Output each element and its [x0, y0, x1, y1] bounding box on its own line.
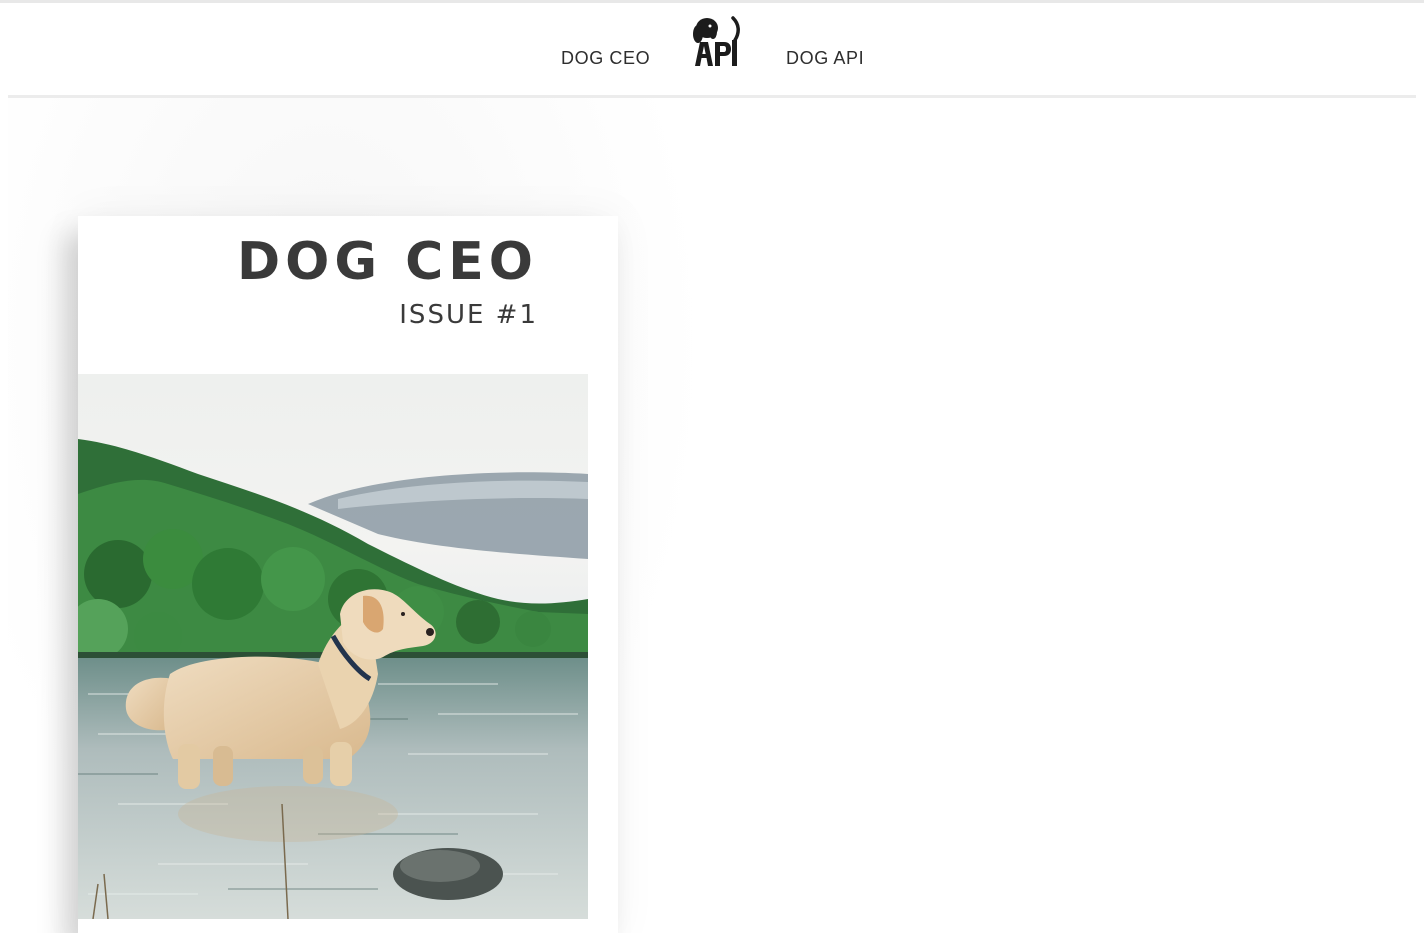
nav-link-dog-api[interactable]: DOG API [786, 48, 864, 69]
dog-api-logo-icon[interactable] [691, 16, 743, 70]
magazine-cover: DOG CEO ISSUE #1 [78, 216, 618, 933]
cover-title: DOG CEO [236, 232, 538, 292]
nav-link-dog-ceo[interactable]: DOG CEO [561, 48, 650, 69]
top-navigation: DOG CEO DOG API [8, 3, 1416, 98]
cover-issue-number: ISSUE #1 [399, 300, 538, 330]
main-content: DOG CEO ISSUE #1 [8, 98, 1416, 933]
cover-photo-golden-retriever [78, 374, 588, 919]
